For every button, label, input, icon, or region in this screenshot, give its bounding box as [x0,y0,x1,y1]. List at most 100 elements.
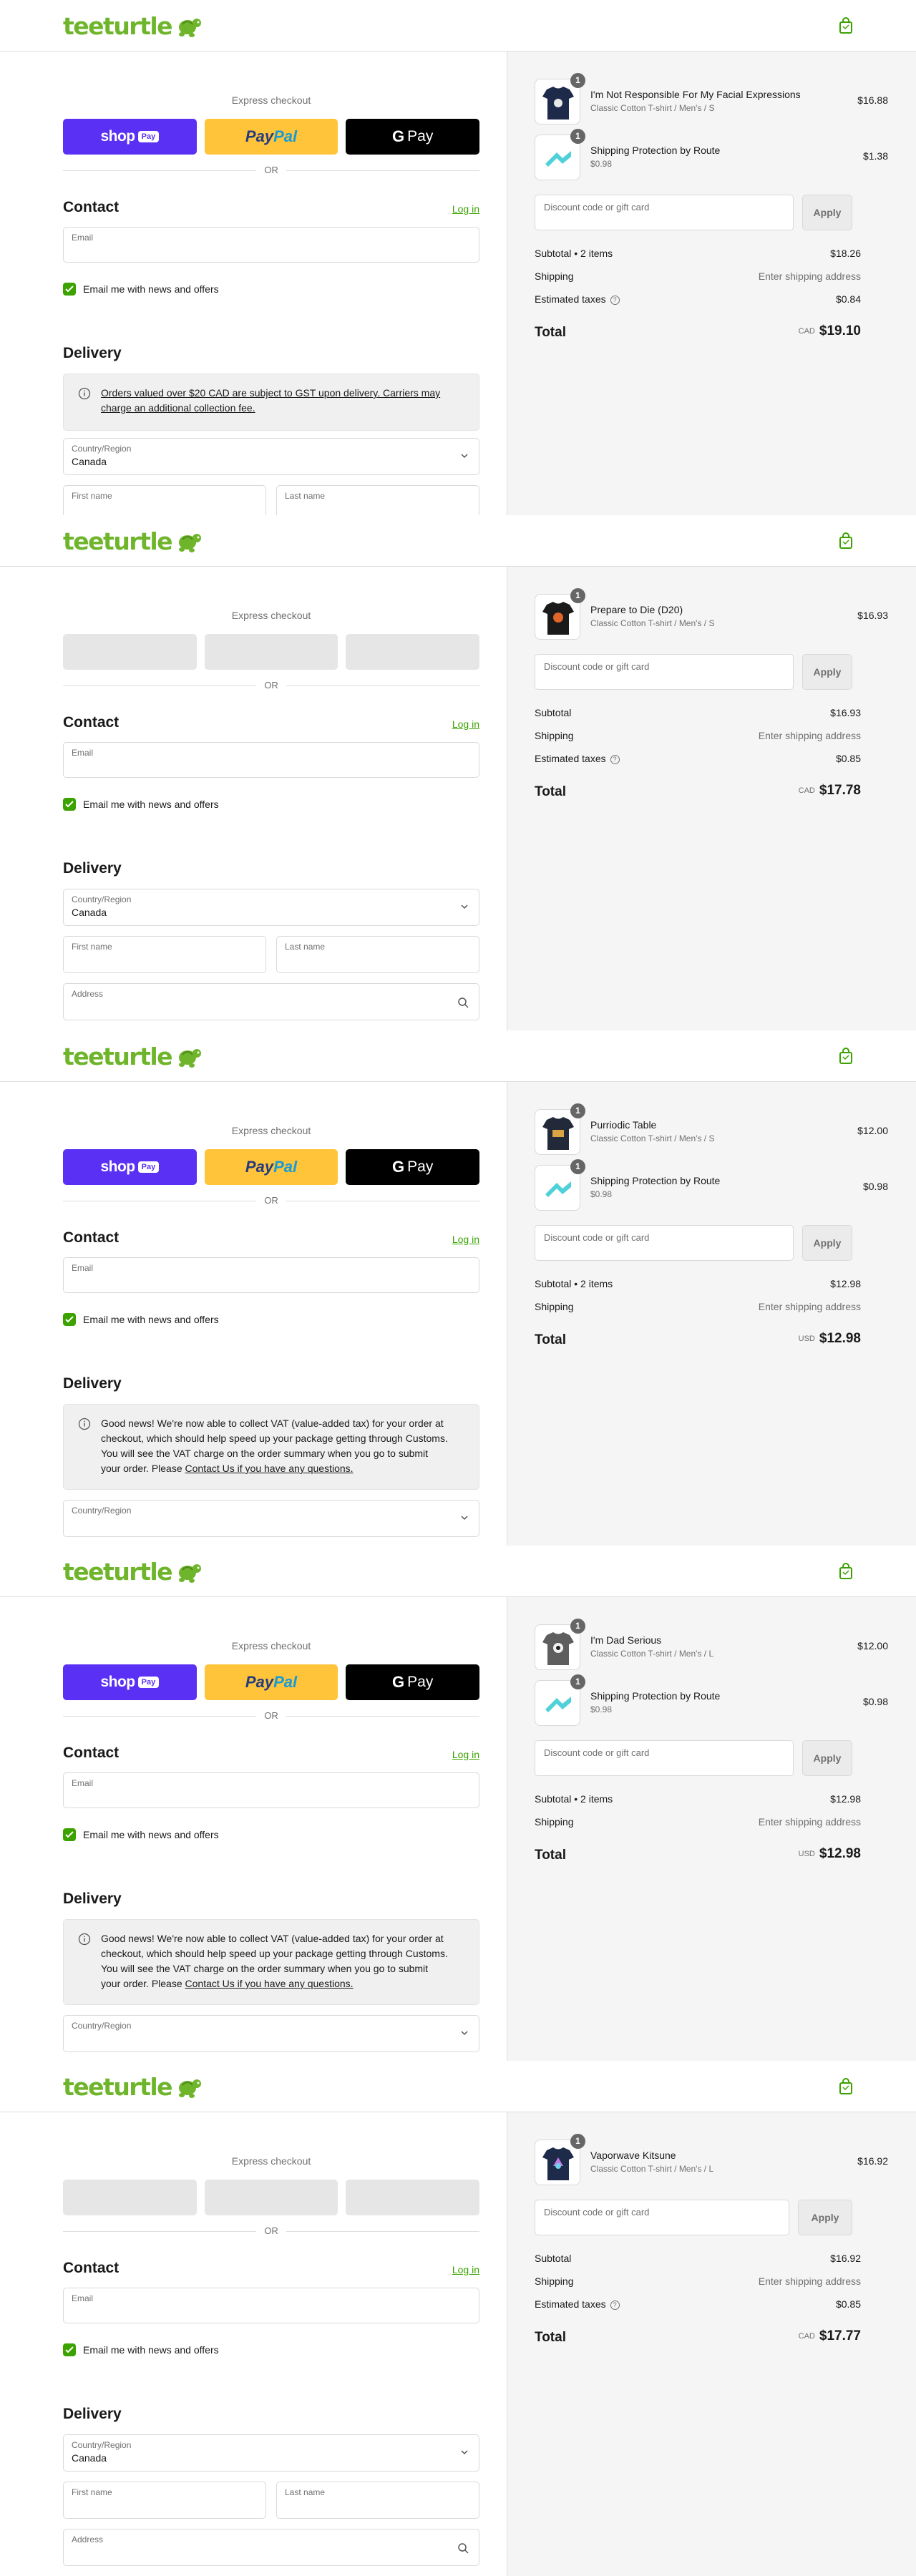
news-checkbox-row[interactable]: Email me with news and offers [63,1828,219,1841]
news-checkbox-row[interactable]: Email me with news and offers [63,798,219,811]
subtotal-label: Subtotal • 2 items [535,1278,613,1289]
checkbox-checked-icon[interactable] [63,2343,76,2356]
gst-notice-text[interactable]: Orders valued over $20 CAD are subject t… [101,386,450,416]
product-thumbnail: 1 [535,1103,585,1155]
logo[interactable]: teeturtle [63,1558,202,1586]
country-select[interactable]: Country/Region [63,1500,479,1537]
paypal-button[interactable]: Pay Pal [204,1664,338,1700]
first-name-field[interactable]: First name [63,485,266,515]
email-field[interactable]: Email [63,227,479,263]
item-price: $12.00 [857,1125,888,1136]
paypal-button[interactable]: Pay Pal [204,1149,338,1185]
contact-us-link[interactable]: Contact Us [185,1463,235,1474]
chevron-down-icon [461,904,468,909]
discount-input[interactable]: Discount code or gift card [535,1740,794,1776]
email-field[interactable]: Email [63,1257,479,1293]
contact-us-link[interactable]: Contact Us [185,1978,235,1989]
shop-pay-pill: Pay [137,1677,160,1688]
quantity-badge: 1 [570,2134,585,2149]
shopping-bag-icon[interactable] [839,1563,853,1580]
logo[interactable]: teeturtle [63,12,202,40]
paypal-word-1: Pay [245,1158,274,1176]
or-divider: OR [63,1195,479,1206]
address-field[interactable]: Address [63,983,479,1020]
apply-button[interactable]: Apply [798,2200,852,2235]
google-pay-button[interactable]: G Pay [346,119,480,155]
checkbox-checked-icon[interactable] [63,1828,76,1841]
logo[interactable]: teeturtle [63,527,202,555]
address-field[interactable]: Address [63,2529,479,2566]
email-field[interactable]: Email [63,1772,479,1808]
login-link[interactable]: Log in [452,1749,479,1760]
shopping-bag-icon[interactable] [839,2078,853,2095]
discount-input[interactable]: Discount code or gift card [535,195,794,230]
apply-button[interactable]: Apply [802,195,852,230]
item-variant: $0.98 [590,1189,613,1199]
shipping-value: Enter shipping address [758,1301,861,1312]
news-checkbox-row[interactable]: Email me with news and offers [63,1313,219,1326]
news-checkbox-row[interactable]: Email me with news and offers [63,2343,219,2356]
main-column: Express checkout OR Contact Log in Email… [0,2112,507,2576]
shop-pay-word: shop [100,1674,135,1690]
item-variant: Classic Cotton T-shirt / Men's / L [590,2164,714,2174]
shop-pay-button[interactable]: shop Pay [63,1664,197,1700]
express-checkout-label: Express checkout [231,1125,311,1136]
header: teeturtle [0,515,916,567]
apply-button[interactable]: Apply [802,1740,852,1776]
first-name-field[interactable]: First name [63,936,266,973]
item-name: Prepare to Die (D20) [590,604,683,615]
shipping-row: Shipping Enter shipping address [535,2275,861,2290]
shopping-bag-icon[interactable] [839,1048,853,1065]
quantity-badge: 1 [570,588,585,603]
first-name-label: First name [72,491,112,501]
google-pay-button[interactable]: G Pay [346,1664,480,1700]
item-price: $0.98 [862,1181,888,1192]
discount-input[interactable]: Discount code or gift card [535,1225,794,1261]
paypal-word-2: Pal [273,127,298,145]
shipping-label: Shipping [535,2275,574,2287]
help-icon[interactable]: ? [610,2301,620,2310]
news-checkbox-row[interactable]: Email me with news and offers [63,283,219,296]
first-name-field[interactable]: First name [63,2482,266,2519]
logo[interactable]: teeturtle [63,2073,202,2101]
country-select[interactable]: Country/Region [63,2015,479,2052]
login-link[interactable]: Log in [452,1234,479,1245]
news-checkbox-label: Email me with news and offers [83,1829,219,1840]
shopping-bag-icon[interactable] [839,17,853,34]
discount-input[interactable]: Discount code or gift card [535,2200,789,2235]
item-price: $16.93 [857,610,888,621]
login-link[interactable]: Log in [452,2264,479,2275]
email-field[interactable]: Email [63,742,479,778]
last-name-field[interactable]: Last name [276,936,479,973]
login-link[interactable]: Log in [452,718,479,730]
or-divider: OR [63,1710,479,1722]
checkbox-checked-icon[interactable] [63,1313,76,1326]
paypal-button[interactable]: Pay Pal [204,119,338,155]
country-select[interactable]: Country/Region Canada [63,438,479,475]
logo[interactable]: teeturtle [63,1043,202,1070]
subtotal-value: $12.98 [830,1278,861,1289]
google-g-icon: G [392,1673,405,1691]
country-select[interactable]: Country/Region Canada [63,2434,479,2472]
help-icon[interactable]: ? [610,755,620,764]
shop-pay-button[interactable]: shop Pay [63,1149,197,1185]
checkbox-checked-icon[interactable] [63,798,76,811]
checkbox-checked-icon[interactable] [63,283,76,296]
email-field[interactable]: Email [63,2288,479,2323]
item-name: Purriodic Table [590,1119,657,1131]
apply-button[interactable]: Apply [802,654,852,690]
shopping-bag-icon[interactable] [839,532,853,550]
last-name-field[interactable]: Last name [276,2482,479,2519]
item-name: Shipping Protection by Route [590,145,721,156]
login-link[interactable]: Log in [452,203,479,215]
shipping-value: Enter shipping address [758,270,861,282]
google-pay-button[interactable]: G Pay [346,1149,480,1185]
country-select[interactable]: Country/Region Canada [63,889,479,926]
shop-pay-button[interactable]: shop Pay [63,119,197,155]
express-buttons: shop Pay Pay Pal G Pay [63,1149,480,1185]
help-icon[interactable]: ? [610,296,620,305]
discount-input[interactable]: Discount code or gift card [535,654,794,690]
apply-button[interactable]: Apply [802,1225,852,1261]
paypal-word-1: Pay [245,127,274,145]
last-name-field[interactable]: Last name [276,485,479,515]
